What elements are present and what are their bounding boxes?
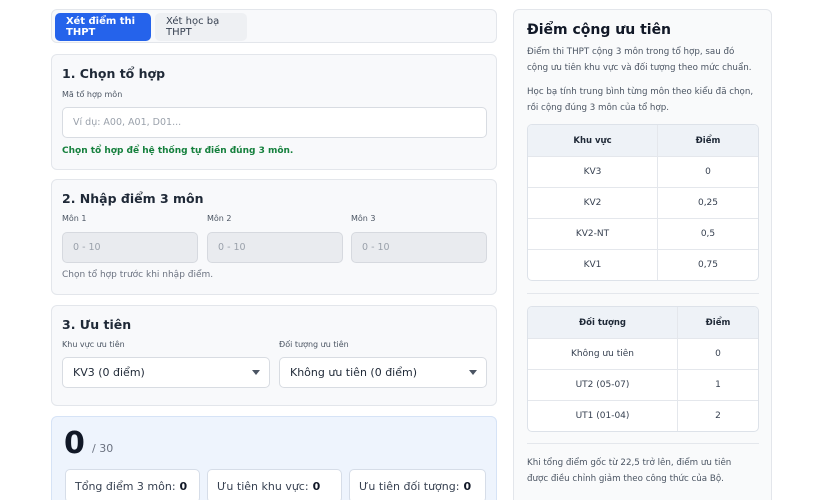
- table-row: KV2 0,25: [528, 187, 758, 218]
- region-selected-value: KV3 (0 điểm): [73, 366, 145, 379]
- subject2-label: Môn 2: [207, 214, 232, 223]
- divider: [527, 293, 759, 294]
- stat-value: 0: [463, 479, 472, 493]
- table-cell: 0,25: [697, 198, 719, 208]
- text-line: được điều chỉnh giảm theo công thức của …: [527, 474, 724, 484]
- object-table: Đối tượng Điểm Không ưu tiên 0 UT2 (05-0…: [527, 306, 759, 432]
- table-cell: 0: [705, 167, 711, 177]
- header-cell: Điểm: [705, 317, 731, 328]
- subject3-label: Môn 3: [351, 214, 376, 223]
- table-cell: 0: [715, 349, 721, 359]
- subject3-score-input[interactable]: 0 - 10: [351, 232, 487, 263]
- object-select[interactable]: Không ưu tiên (0 điểm): [279, 357, 487, 388]
- table-cell: 0,5: [700, 229, 716, 239]
- stat-region-bonus: Ưu tiên khu vực: 0: [207, 469, 342, 500]
- header-cell: Điểm: [695, 135, 721, 146]
- sidebar-paragraph-1: Điểm thi THPT cộng 3 môn trong tổ hợp, s…: [527, 44, 763, 76]
- table-row: UT1 (01-04) 2: [528, 400, 758, 431]
- table-cell: KV1: [528, 250, 658, 280]
- max-score: / 30: [92, 442, 114, 455]
- stat-object-bonus: Ưu tiên đối tượng: 0: [349, 469, 486, 500]
- text-line: Khi tổng điểm gốc từ 22,5 trở lên, điểm …: [527, 458, 732, 468]
- section-scores: 2. Nhập điểm 3 môn Môn 1 Môn 2 Môn 3 0 -…: [51, 179, 497, 295]
- text-line: rồi cộng đúng 3 môn của tổ hợp.: [527, 103, 670, 113]
- table-cell: UT1 (01-04): [528, 401, 678, 431]
- section-title: 3. Ưu tiên: [62, 317, 132, 332]
- section-title: 1. Chọn tổ hợp: [62, 66, 166, 81]
- table-row: Không ưu tiên 0: [528, 338, 758, 369]
- region-select[interactable]: KV3 (0 điểm): [62, 357, 270, 388]
- section-priority: 3. Ưu tiên Khu vực ưu tiên Đối tượng ưu …: [51, 305, 497, 406]
- total-score: 0: [64, 426, 85, 461]
- table-cell: UT2 (05-07): [528, 370, 678, 400]
- table-row: KV2-NT 0,5: [528, 218, 758, 249]
- section-title: 2. Nhập điểm 3 môn: [62, 191, 204, 206]
- header-cell: Đối tượng: [528, 307, 678, 338]
- tab-transcript[interactable]: Xét học bạ THPT: [155, 13, 247, 41]
- table-cell: KV2-NT: [528, 219, 658, 249]
- chevron-down-icon: [469, 370, 477, 375]
- object-selected-value: Không ưu tiên (0 điểm): [290, 366, 418, 379]
- sidebar-paragraph-2: Học bạ tính trung bình từng môn theo kiể…: [527, 84, 763, 116]
- text-line: cộng ưu tiên khu vực và đối tượng theo m…: [527, 63, 752, 73]
- stat-value: 0: [312, 479, 321, 493]
- table-header: Đối tượng Điểm: [528, 307, 758, 338]
- scores-hint: Chọn tổ hợp trước khi nhập điểm.: [62, 270, 214, 280]
- table-cell: KV3: [528, 157, 658, 187]
- table-cell: 0,75: [697, 260, 719, 270]
- sidebar-title: Điểm cộng ưu tiên: [527, 22, 672, 38]
- chevron-down-icon: [252, 370, 260, 375]
- stat-label: Ưu tiên khu vực:: [217, 479, 309, 493]
- combination-input[interactable]: Ví dụ: A00, A01, D01...: [62, 107, 487, 138]
- subject1-score-input[interactable]: 0 - 10: [62, 232, 198, 263]
- stat-value: 0: [179, 479, 188, 493]
- table-cell: KV2: [528, 188, 658, 218]
- subject2-score-input[interactable]: 0 - 10: [207, 232, 343, 263]
- sidebar-note: Khi tổng điểm gốc từ 22,5 trở lên, điểm …: [527, 455, 763, 487]
- text-line: Điểm thi THPT cộng 3 môn trong tổ hợp, s…: [527, 47, 735, 57]
- priority-info-sidebar: Điểm cộng ưu tiên Điểm thi THPT cộng 3 m…: [513, 9, 772, 500]
- mode-tabs: Xét điểm thi THPT Xét học bạ THPT: [51, 9, 497, 43]
- subject1-label: Môn 1: [62, 214, 87, 223]
- combination-hint: Chọn tổ hợp để hệ thống tự điền đúng 3 m…: [62, 146, 294, 156]
- region-table: Khu vực Điểm KV3 0 KV2 0,25 KV2-NT 0,5 K…: [527, 124, 759, 281]
- combination-label: Mã tổ hợp môn: [62, 90, 123, 99]
- table-row: KV3 0: [528, 156, 758, 187]
- object-label: Đối tượng ưu tiên: [279, 340, 349, 349]
- table-row: UT2 (05-07) 1: [528, 369, 758, 400]
- region-label: Khu vực ưu tiên: [62, 340, 125, 349]
- table-row: KV1 0,75: [528, 249, 758, 280]
- text-line: Học bạ tính trung bình từng môn theo kiể…: [527, 87, 754, 97]
- stat-label: Tổng điểm 3 môn:: [75, 479, 176, 493]
- table-cell: Không ưu tiên: [528, 339, 678, 369]
- stat-subject-total: Tổng điểm 3 môn: 0: [65, 469, 200, 500]
- tab-thpt-exam[interactable]: Xét điểm thi THPT: [55, 13, 151, 41]
- header-cell: Khu vực: [528, 125, 658, 156]
- table-cell: 2: [715, 411, 721, 421]
- stat-label: Ưu tiên đối tượng:: [359, 479, 460, 493]
- section-combination: 1. Chọn tổ hợp Mã tổ hợp môn Ví dụ: A00,…: [51, 54, 497, 170]
- table-cell: 1: [715, 380, 721, 390]
- divider: [527, 443, 759, 444]
- result-panel: 0 / 30 Tổng điểm 3 môn: 0 Ưu tiên khu vực…: [51, 416, 497, 500]
- table-header: Khu vực Điểm: [528, 125, 758, 156]
